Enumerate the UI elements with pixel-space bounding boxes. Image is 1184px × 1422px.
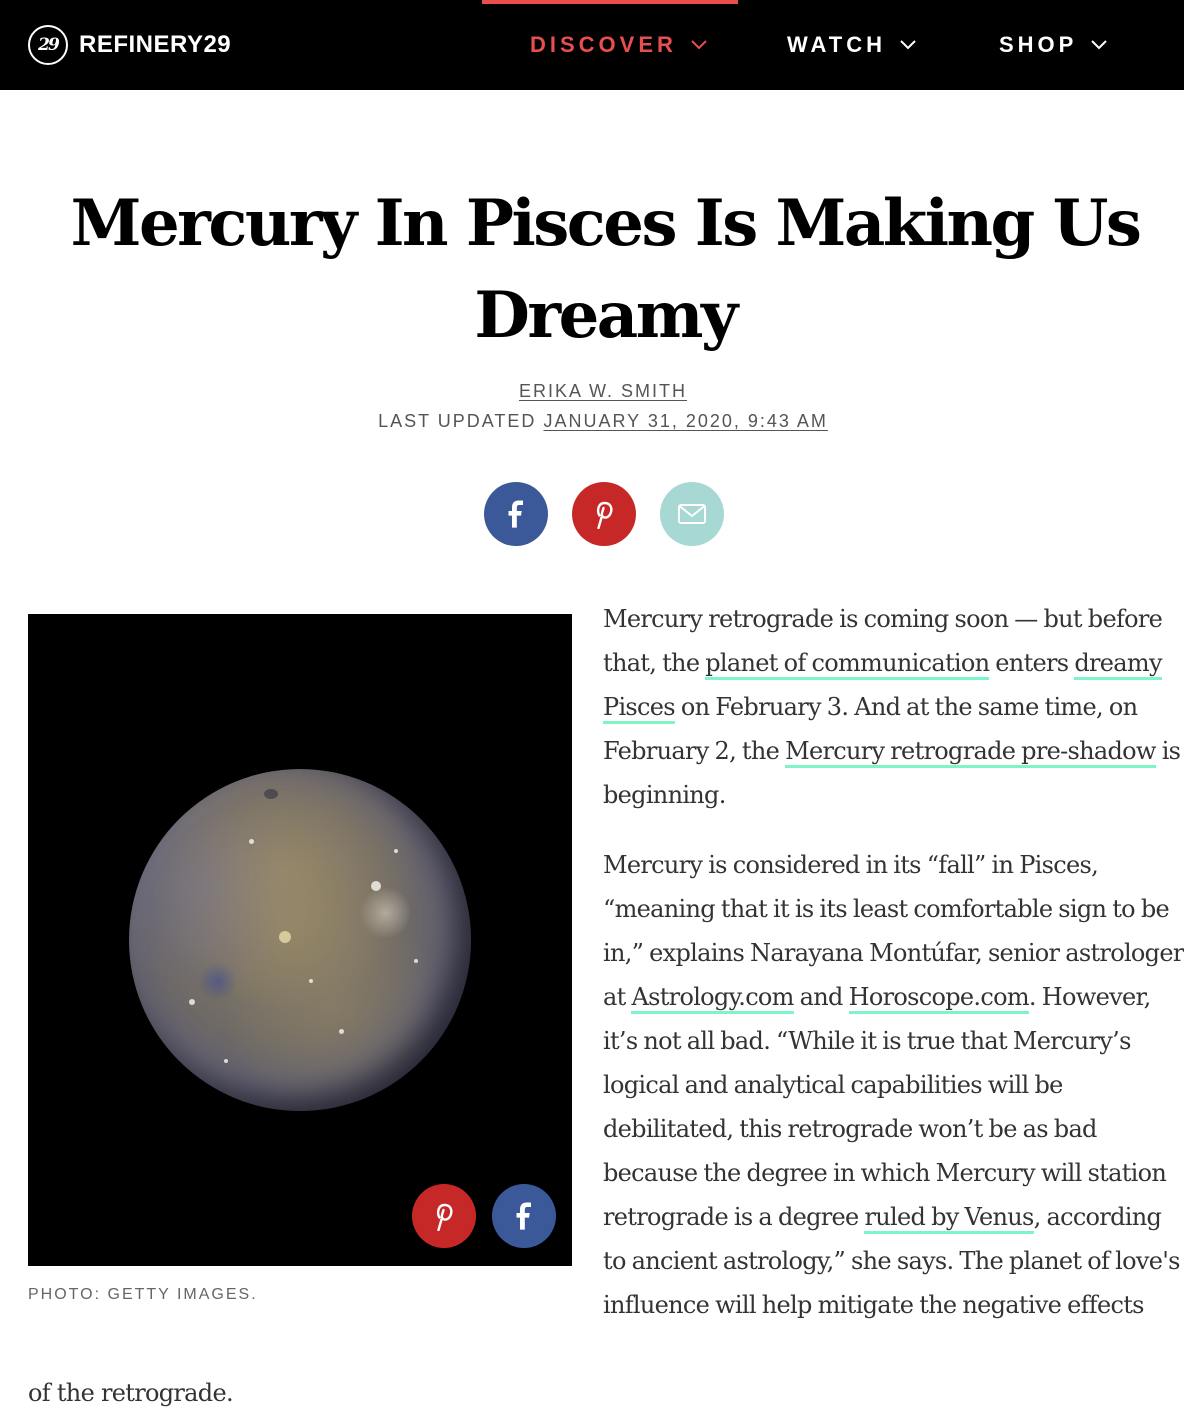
last-updated-date[interactable]: JANUARY 31, 2020, 9:43 AM [543, 411, 827, 431]
p1-text-2: enters [989, 649, 1075, 677]
facebook-icon [508, 500, 523, 528]
link-mercury-retrograde-pre-shadow[interactable]: Mercury retrograde pre-shadow [785, 737, 1156, 768]
nav-shop-label: SHOP [999, 32, 1078, 57]
p2-text-3: . However, it’s not all bad. “While it i… [603, 983, 1167, 1231]
share-facebook-button[interactable] [484, 482, 548, 546]
link-horoscope-com[interactable]: Horoscope.com [848, 983, 1030, 1014]
share-email-button[interactable] [660, 482, 724, 546]
photo-caption: PHOTO: GETTY IMAGES. [28, 1286, 258, 1303]
article-body: Mercury retrograde is coming soon — but … [603, 597, 1184, 1327]
refinery29-logo[interactable]: 29 REFINERY29 [28, 25, 231, 65]
last-updated-label: LAST UPDATED [378, 411, 537, 431]
pinterest-icon [436, 1203, 453, 1231]
paragraph-1: Mercury retrograde is coming soon — but … [603, 597, 1184, 817]
p2-text-2: and [793, 983, 849, 1011]
nav-watch-label: WATCH [787, 32, 887, 57]
pinterest-icon [596, 501, 613, 529]
facebook-icon [516, 1202, 531, 1230]
mercury-planet-image [129, 769, 471, 1111]
chevron-down-icon [1091, 40, 1108, 50]
nav-discover[interactable]: DISCOVER [530, 32, 709, 58]
nav-discover-label: DISCOVER [530, 32, 677, 57]
share-pinterest-button[interactable] [572, 482, 636, 546]
mail-icon [678, 504, 706, 524]
top-navigation-bar: 29 REFINERY29 DISCOVER WATCH SHOP [0, 0, 1184, 90]
active-nav-indicator [482, 0, 738, 4]
paragraph-2: Mercury is considered in its “fall” in P… [603, 843, 1184, 1327]
article-photo [28, 614, 572, 1266]
photo-pinterest-button[interactable] [412, 1184, 476, 1248]
paragraph-2-continuation: of the retrograde. [28, 1379, 234, 1407]
last-updated: LAST UPDATED JANUARY 31, 2020, 9:43 AM [0, 411, 1184, 432]
nav-watch[interactable]: WATCH [787, 32, 918, 58]
article-title: Mercury In Pisces Is Making Us Dreamy [70, 186, 1142, 353]
photo-facebook-button[interactable] [492, 1184, 556, 1248]
link-astrology-com[interactable]: Astrology.com [631, 983, 794, 1014]
chevron-down-icon [691, 40, 707, 50]
nav-shop[interactable]: SHOP [999, 32, 1109, 58]
logo-text: REFINERY29 [79, 31, 232, 58]
link-ruled-by-venus[interactable]: ruled by Venus [864, 1203, 1034, 1234]
byline: ERIKA W. SMITH [0, 381, 1184, 402]
chevron-down-icon [900, 40, 916, 50]
logo-mark-icon: 29 [28, 25, 68, 65]
author-link[interactable]: ERIKA W. SMITH [519, 381, 687, 401]
link-planet-of-communication[interactable]: planet of communication [705, 649, 990, 680]
